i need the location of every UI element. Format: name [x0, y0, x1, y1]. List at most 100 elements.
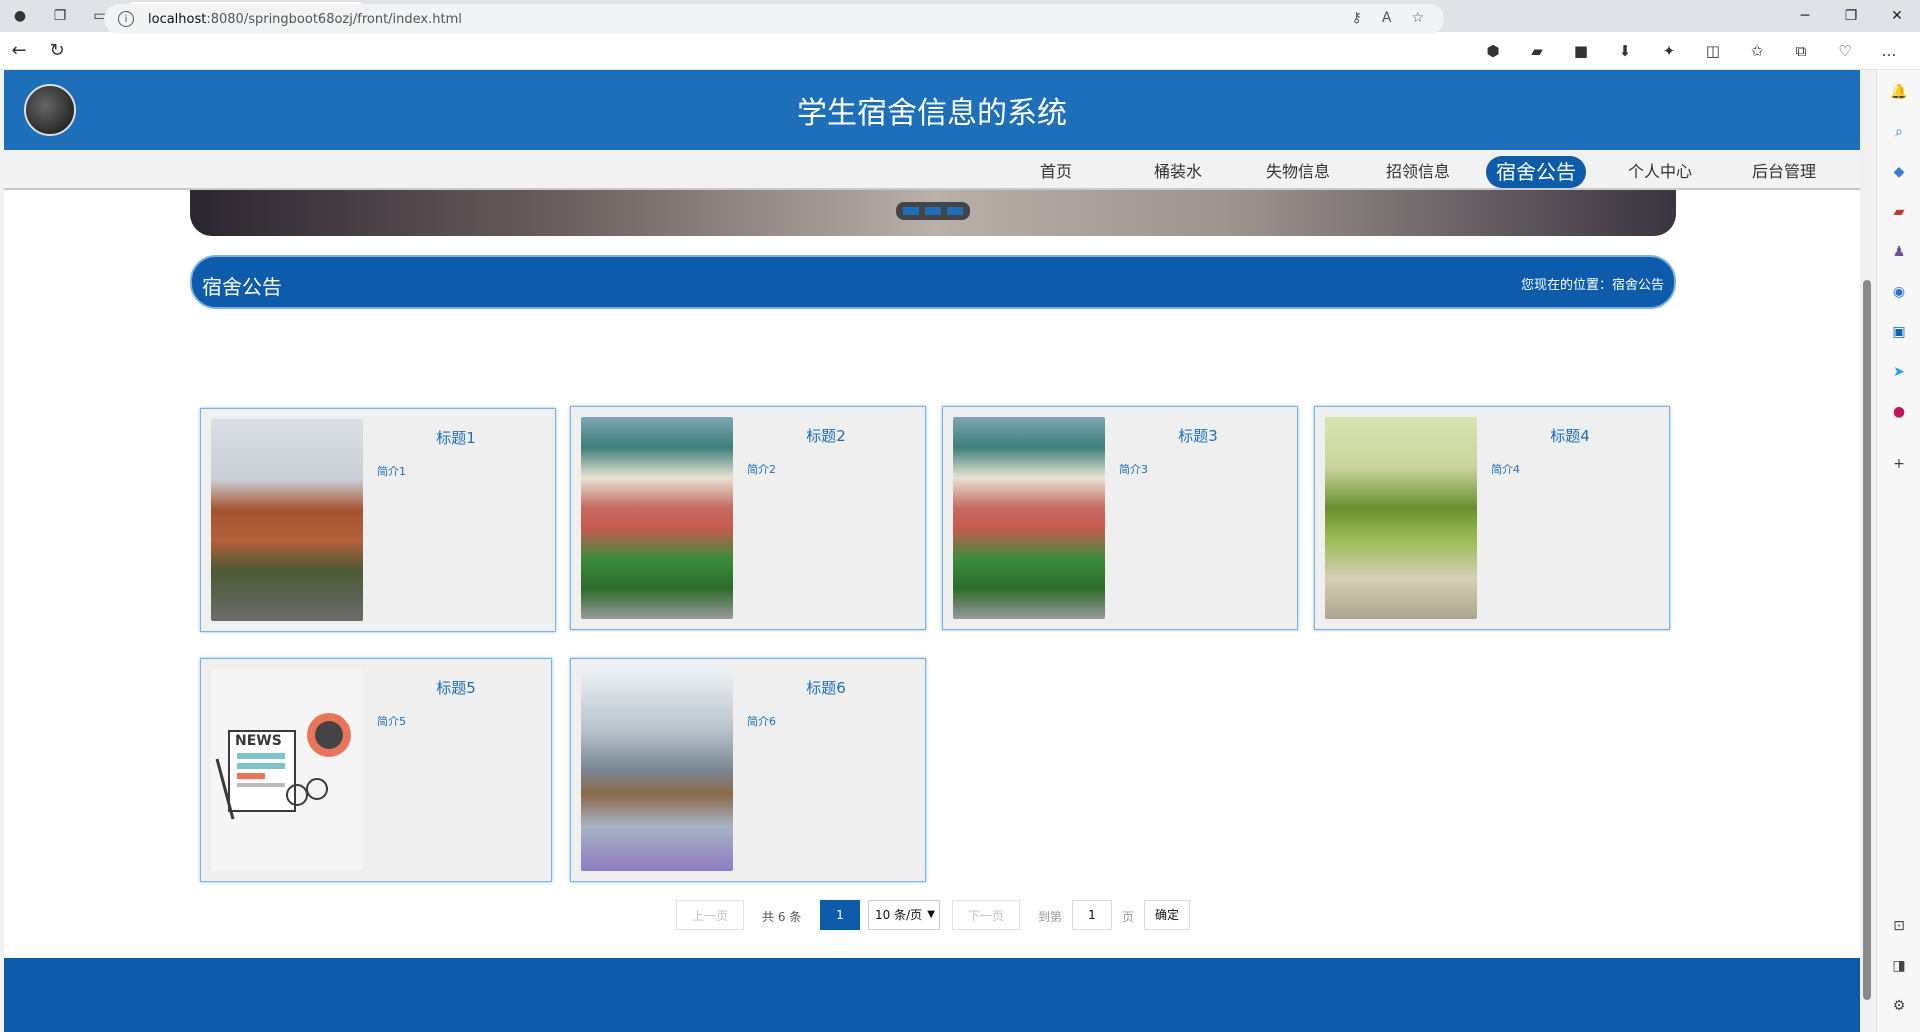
page-scrollbar[interactable] — [1860, 70, 1874, 1032]
card-title[interactable]: 标题2 — [741, 425, 911, 446]
breadcrumb: 您现在的位置：宿舍公告 — [1520, 278, 1664, 293]
extension-shield-icon[interactable]: ⬢ — [1478, 36, 1508, 66]
announcement-card[interactable]: 标题4 简介4 — [1314, 406, 1670, 630]
more-menu-icon[interactable]: … — [1874, 36, 1904, 66]
carousel-dot[interactable] — [947, 207, 963, 215]
announcement-card[interactable]: 标题1 简介1 — [200, 408, 556, 632]
trees-path-image — [1325, 417, 1477, 619]
workspaces-icon[interactable]: ❐ — [40, 0, 80, 32]
games-icon[interactable]: ♟ — [1889, 242, 1909, 262]
next-page-button[interactable]: 下一页 — [952, 900, 1020, 930]
total-count: 共 6 条 — [762, 910, 802, 924]
card-title[interactable]: 标题4 — [1485, 425, 1655, 446]
extension-dark-icon[interactable]: ■ — [1566, 36, 1596, 66]
prev-page-button[interactable]: 上一页 — [676, 900, 744, 930]
page-unit-label: 页 — [1122, 910, 1135, 924]
announcement-card[interactable]: 标题6 简介6 — [570, 658, 926, 882]
close-window-icon[interactable]: ✕ — [1874, 0, 1920, 32]
announcement-card[interactable]: 标题2 简介2 — [570, 406, 926, 630]
web-page: 学生宿舍信息的系统 首页 桶装水 失物信息 招领信息 宿舍公告 个人中心 后台管… — [4, 70, 1860, 1032]
goto-page-input[interactable]: 1 — [1072, 900, 1112, 930]
card-title[interactable]: 标题5 — [371, 677, 541, 698]
minimize-icon[interactable]: ─ — [1782, 0, 1828, 32]
split-screen-icon[interactable]: ◫ — [1698, 36, 1728, 66]
site-header: 学生宿舍信息的系统 — [4, 70, 1860, 150]
send-icon[interactable]: ➤ — [1889, 362, 1909, 382]
site-title: 学生宿舍信息的系统 — [797, 96, 1067, 131]
collections-icon[interactable]: ⧉ — [1786, 36, 1816, 66]
announcement-card[interactable]: NEWS 标题5 简介5 — [200, 658, 552, 882]
performance-icon[interactable]: ♡ — [1830, 36, 1860, 66]
copilot-icon[interactable]: ◉ — [1889, 282, 1909, 302]
outlook-icon[interactable]: ▣ — [1889, 322, 1909, 342]
card-desc: 简介2 — [747, 463, 776, 476]
menu-item-found[interactable]: 招领信息 — [1368, 156, 1468, 188]
pagination: 上一页 共 6 条 1 10 条/页 ▼ 下一页 到第 1 页 确定 — [4, 900, 1860, 930]
section-title: 宿舍公告 — [202, 275, 282, 299]
info-icon[interactable]: i — [118, 11, 134, 27]
confirm-button[interactable]: 确定 — [1144, 900, 1190, 930]
app-badge-icon[interactable]: ● — [1889, 402, 1909, 422]
carousel-indicators — [896, 202, 970, 220]
card-desc: 简介5 — [377, 715, 406, 728]
banner-carousel — [190, 190, 1676, 236]
current-page[interactable]: 1 — [820, 900, 860, 930]
url-path: :8080/springboot68ozj/front/index.html — [206, 11, 462, 27]
screenshot-icon[interactable]: ⊡ — [1889, 916, 1909, 936]
building-image — [211, 419, 363, 621]
favorite-star-icon[interactable]: ☆ — [1411, 10, 1424, 26]
chevron-down-icon: ▼ — [927, 909, 935, 920]
sidebar-toggle-icon[interactable]: ◨ — [1889, 956, 1909, 976]
carousel-dot[interactable] — [925, 207, 941, 215]
news-icon: NEWS — [215, 713, 351, 820]
extension-download-icon[interactable]: ⬇ — [1610, 36, 1640, 66]
read-aloud-icon[interactable]: A — [1382, 10, 1392, 26]
search-icon[interactable]: ⌕ — [1889, 122, 1909, 142]
site-footer — [4, 958, 1860, 1032]
section-header: 宿舍公告 您现在的位置：宿舍公告 — [190, 255, 1676, 309]
extensions-puzzle-icon[interactable]: ✦ — [1654, 36, 1684, 66]
campus-aerial-image — [581, 417, 733, 619]
profile-icon[interactable]: ● — [0, 0, 40, 32]
card-desc: 简介6 — [747, 715, 776, 728]
extension-folder-icon[interactable]: ▰ — [1522, 36, 1552, 66]
card-title[interactable]: 标题1 — [371, 427, 541, 448]
tools-icon[interactable]: ▰ — [1889, 202, 1909, 222]
carousel-dot[interactable] — [903, 207, 919, 215]
extensions-bar: ⬢ ▰ ■ ⬇ ✦ ◫ ✩ ⧉ ♡ … — [1478, 36, 1904, 66]
card-desc: 简介3 — [1119, 463, 1148, 476]
news-illustration: NEWS — [211, 669, 363, 871]
scrollbar-thumb[interactable] — [1863, 280, 1871, 1000]
menu-item-home[interactable]: 首页 — [1006, 156, 1106, 188]
back-icon[interactable]: ← — [0, 35, 38, 67]
key-icon[interactable]: ⚷ — [1352, 10, 1362, 26]
main-menu: 首页 桶装水 失物信息 招领信息 宿舍公告 个人中心 后台管理 — [4, 150, 1860, 190]
favorites-icon[interactable]: ✩ — [1742, 36, 1772, 66]
bell-icon[interactable]: 🔔 — [1889, 82, 1909, 102]
menu-item-lost[interactable]: 失物信息 — [1248, 156, 1348, 188]
menu-item-announcements[interactable]: 宿舍公告 — [1486, 156, 1586, 188]
settings-gear-icon[interactable]: ⚙ — [1889, 996, 1909, 1016]
card-title[interactable]: 标题6 — [741, 677, 911, 698]
address-bar-icons: ⚷ A ☆ — [1352, 10, 1424, 26]
add-icon[interactable]: + — [1889, 454, 1909, 474]
shopping-tag-icon[interactable]: ◆ — [1889, 162, 1909, 182]
window-controls: ─ ❐ ✕ — [1782, 0, 1920, 32]
url-host: localhost — [148, 11, 207, 27]
card-title[interactable]: 标题3 — [1113, 425, 1283, 446]
address-bar[interactable]: i localhost :8080/springboot68ozj/front/… — [104, 4, 1444, 34]
card-desc: 简介4 — [1491, 463, 1520, 476]
menu-item-admin[interactable]: 后台管理 — [1734, 156, 1834, 188]
announcement-card[interactable]: 标题3 简介3 — [942, 406, 1298, 630]
goto-label: 到第 — [1038, 910, 1063, 924]
card-desc: 简介1 — [377, 465, 406, 478]
campus-aerial-image — [953, 417, 1105, 619]
restore-icon[interactable]: ❐ — [1828, 0, 1874, 32]
menu-item-profile[interactable]: 个人中心 — [1610, 156, 1710, 188]
refresh-icon[interactable]: ↻ — [38, 35, 76, 67]
menu-item-water[interactable]: 桶装水 — [1128, 156, 1228, 188]
svg-text:NEWS: NEWS — [235, 733, 282, 749]
page-size-select[interactable]: 10 条/页 ▼ — [868, 900, 940, 930]
courtyard-image — [581, 669, 733, 871]
browser-sidebar: 🔔 ⌕ ◆ ▰ ♟ ◉ ▣ ➤ ● + ⊡ ◨ ⚙ — [1876, 70, 1920, 1032]
